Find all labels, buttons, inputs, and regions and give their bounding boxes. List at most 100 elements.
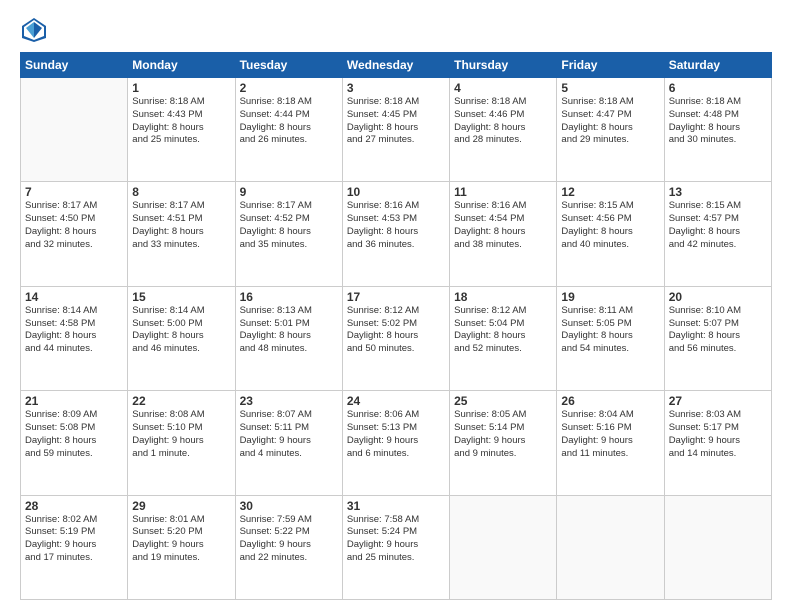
calendar-cell: 11Sunrise: 8:16 AM Sunset: 4:54 PM Dayli… [450,182,557,286]
day-number: 17 [347,290,445,304]
calendar-cell: 29Sunrise: 8:01 AM Sunset: 5:20 PM Dayli… [128,495,235,599]
day-number: 5 [561,81,659,95]
calendar-cell: 9Sunrise: 8:17 AM Sunset: 4:52 PM Daylig… [235,182,342,286]
day-number: 4 [454,81,552,95]
calendar-body: 1Sunrise: 8:18 AM Sunset: 4:43 PM Daylig… [21,78,772,600]
calendar-cell: 17Sunrise: 8:12 AM Sunset: 5:02 PM Dayli… [342,286,449,390]
calendar: SundayMondayTuesdayWednesdayThursdayFrid… [20,52,772,600]
day-info: Sunrise: 8:17 AM Sunset: 4:51 PM Dayligh… [132,200,230,251]
calendar-cell: 21Sunrise: 8:09 AM Sunset: 5:08 PM Dayli… [21,391,128,495]
calendar-cell: 4Sunrise: 8:18 AM Sunset: 4:46 PM Daylig… [450,78,557,182]
day-number: 15 [132,290,230,304]
day-number: 13 [669,185,767,199]
calendar-cell: 27Sunrise: 8:03 AM Sunset: 5:17 PM Dayli… [664,391,771,495]
calendar-cell: 6Sunrise: 8:18 AM Sunset: 4:48 PM Daylig… [664,78,771,182]
day-number: 7 [25,185,123,199]
calendar-header: SundayMondayTuesdayWednesdayThursdayFrid… [21,53,772,78]
day-number: 12 [561,185,659,199]
calendar-cell: 14Sunrise: 8:14 AM Sunset: 4:58 PM Dayli… [21,286,128,390]
day-number: 19 [561,290,659,304]
calendar-cell: 10Sunrise: 8:16 AM Sunset: 4:53 PM Dayli… [342,182,449,286]
day-number: 3 [347,81,445,95]
day-number: 21 [25,394,123,408]
calendar-cell: 18Sunrise: 8:12 AM Sunset: 5:04 PM Dayli… [450,286,557,390]
calendar-cell: 26Sunrise: 8:04 AM Sunset: 5:16 PM Dayli… [557,391,664,495]
calendar-cell: 15Sunrise: 8:14 AM Sunset: 5:00 PM Dayli… [128,286,235,390]
calendar-cell: 25Sunrise: 8:05 AM Sunset: 5:14 PM Dayli… [450,391,557,495]
day-info: Sunrise: 8:15 AM Sunset: 4:56 PM Dayligh… [561,200,659,251]
header-cell-thursday: Thursday [450,53,557,78]
day-info: Sunrise: 8:16 AM Sunset: 4:53 PM Dayligh… [347,200,445,251]
calendar-cell: 5Sunrise: 8:18 AM Sunset: 4:47 PM Daylig… [557,78,664,182]
logo [20,16,52,44]
day-info: Sunrise: 8:18 AM Sunset: 4:44 PM Dayligh… [240,96,338,147]
week-row-3: 14Sunrise: 8:14 AM Sunset: 4:58 PM Dayli… [21,286,772,390]
day-info: Sunrise: 8:18 AM Sunset: 4:43 PM Dayligh… [132,96,230,147]
header-row: SundayMondayTuesdayWednesdayThursdayFrid… [21,53,772,78]
day-number: 26 [561,394,659,408]
day-info: Sunrise: 8:08 AM Sunset: 5:10 PM Dayligh… [132,409,230,460]
day-info: Sunrise: 7:59 AM Sunset: 5:22 PM Dayligh… [240,514,338,565]
calendar-cell: 24Sunrise: 8:06 AM Sunset: 5:13 PM Dayli… [342,391,449,495]
day-info: Sunrise: 8:18 AM Sunset: 4:48 PM Dayligh… [669,96,767,147]
calendar-cell: 19Sunrise: 8:11 AM Sunset: 5:05 PM Dayli… [557,286,664,390]
day-number: 11 [454,185,552,199]
day-number: 20 [669,290,767,304]
day-number: 28 [25,499,123,513]
day-info: Sunrise: 8:03 AM Sunset: 5:17 PM Dayligh… [669,409,767,460]
day-info: Sunrise: 8:17 AM Sunset: 4:50 PM Dayligh… [25,200,123,251]
day-number: 6 [669,81,767,95]
day-number: 18 [454,290,552,304]
logo-icon [20,16,48,44]
week-row-5: 28Sunrise: 8:02 AM Sunset: 5:19 PM Dayli… [21,495,772,599]
day-number: 29 [132,499,230,513]
day-number: 16 [240,290,338,304]
day-info: Sunrise: 8:04 AM Sunset: 5:16 PM Dayligh… [561,409,659,460]
header-cell-tuesday: Tuesday [235,53,342,78]
day-info: Sunrise: 8:11 AM Sunset: 5:05 PM Dayligh… [561,305,659,356]
day-number: 27 [669,394,767,408]
day-info: Sunrise: 8:13 AM Sunset: 5:01 PM Dayligh… [240,305,338,356]
day-number: 25 [454,394,552,408]
calendar-cell: 12Sunrise: 8:15 AM Sunset: 4:56 PM Dayli… [557,182,664,286]
calendar-cell: 31Sunrise: 7:58 AM Sunset: 5:24 PM Dayli… [342,495,449,599]
calendar-cell [450,495,557,599]
day-info: Sunrise: 8:06 AM Sunset: 5:13 PM Dayligh… [347,409,445,460]
day-info: Sunrise: 8:01 AM Sunset: 5:20 PM Dayligh… [132,514,230,565]
calendar-cell: 8Sunrise: 8:17 AM Sunset: 4:51 PM Daylig… [128,182,235,286]
calendar-cell: 2Sunrise: 8:18 AM Sunset: 4:44 PM Daylig… [235,78,342,182]
day-info: Sunrise: 8:17 AM Sunset: 4:52 PM Dayligh… [240,200,338,251]
day-info: Sunrise: 8:18 AM Sunset: 4:47 PM Dayligh… [561,96,659,147]
calendar-cell: 28Sunrise: 8:02 AM Sunset: 5:19 PM Dayli… [21,495,128,599]
day-info: Sunrise: 8:14 AM Sunset: 4:58 PM Dayligh… [25,305,123,356]
day-info: Sunrise: 8:18 AM Sunset: 4:45 PM Dayligh… [347,96,445,147]
day-number: 23 [240,394,338,408]
calendar-cell: 13Sunrise: 8:15 AM Sunset: 4:57 PM Dayli… [664,182,771,286]
day-number: 9 [240,185,338,199]
calendar-cell: 20Sunrise: 8:10 AM Sunset: 5:07 PM Dayli… [664,286,771,390]
day-info: Sunrise: 8:07 AM Sunset: 5:11 PM Dayligh… [240,409,338,460]
day-info: Sunrise: 8:18 AM Sunset: 4:46 PM Dayligh… [454,96,552,147]
day-number: 8 [132,185,230,199]
day-number: 1 [132,81,230,95]
day-number: 30 [240,499,338,513]
day-info: Sunrise: 8:02 AM Sunset: 5:19 PM Dayligh… [25,514,123,565]
day-info: Sunrise: 8:14 AM Sunset: 5:00 PM Dayligh… [132,305,230,356]
day-info: Sunrise: 8:12 AM Sunset: 5:02 PM Dayligh… [347,305,445,356]
week-row-4: 21Sunrise: 8:09 AM Sunset: 5:08 PM Dayli… [21,391,772,495]
header-cell-friday: Friday [557,53,664,78]
day-number: 31 [347,499,445,513]
calendar-cell: 1Sunrise: 8:18 AM Sunset: 4:43 PM Daylig… [128,78,235,182]
calendar-cell: 16Sunrise: 8:13 AM Sunset: 5:01 PM Dayli… [235,286,342,390]
week-row-2: 7Sunrise: 8:17 AM Sunset: 4:50 PM Daylig… [21,182,772,286]
calendar-cell [557,495,664,599]
day-number: 10 [347,185,445,199]
calendar-cell: 3Sunrise: 8:18 AM Sunset: 4:45 PM Daylig… [342,78,449,182]
header-cell-sunday: Sunday [21,53,128,78]
day-info: Sunrise: 8:09 AM Sunset: 5:08 PM Dayligh… [25,409,123,460]
day-info: Sunrise: 8:05 AM Sunset: 5:14 PM Dayligh… [454,409,552,460]
header-cell-saturday: Saturday [664,53,771,78]
day-number: 24 [347,394,445,408]
day-info: Sunrise: 7:58 AM Sunset: 5:24 PM Dayligh… [347,514,445,565]
calendar-cell: 22Sunrise: 8:08 AM Sunset: 5:10 PM Dayli… [128,391,235,495]
